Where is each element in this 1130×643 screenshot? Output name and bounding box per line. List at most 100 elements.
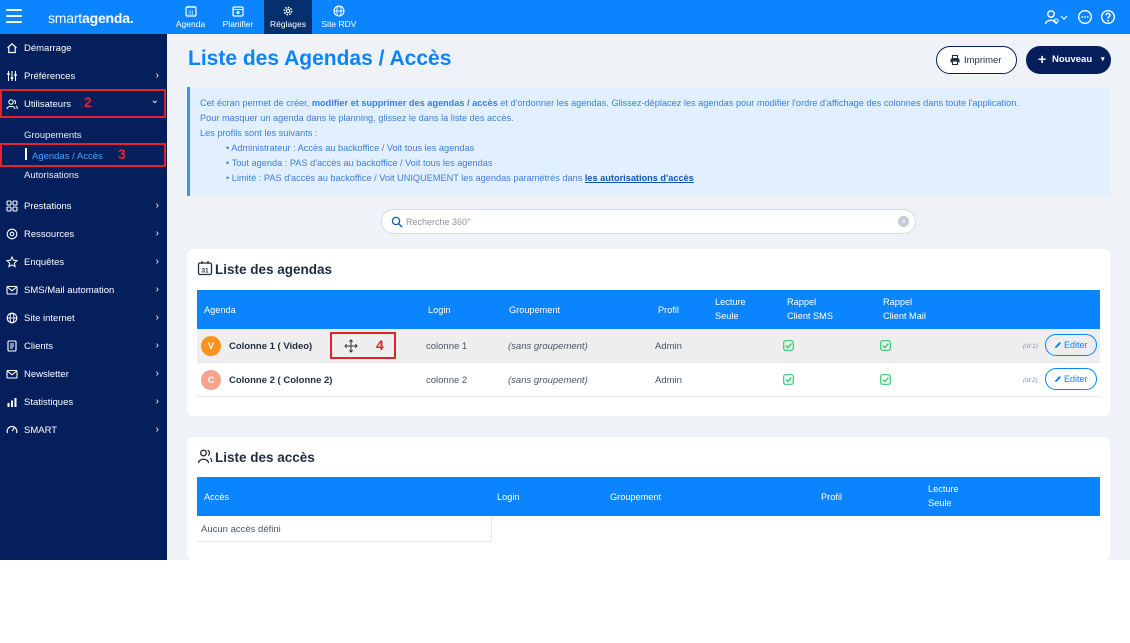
autorisations-link[interactable]: les autorisations d'accès — [585, 173, 694, 183]
col-label: Client SMS — [787, 311, 833, 321]
sidebar-item-clients[interactable]: Clients › — [0, 335, 167, 357]
menu-icon[interactable] — [6, 9, 22, 23]
sidebar-item-sms-mail-automation[interactable]: SMS/Mail automation › — [0, 279, 167, 301]
stats-icon — [7, 398, 17, 407]
info-line-1: Cet écran permet de créer, modifier et s… — [200, 96, 1100, 111]
sidebar-item-label: Statistiques — [24, 397, 74, 408]
sidebar-item-statistiques[interactable]: Statistiques › — [0, 391, 167, 413]
annotation-box-drag-handle — [330, 332, 396, 359]
printer-icon — [950, 55, 960, 65]
col-agenda[interactable]: Agenda — [204, 303, 236, 317]
search-icon — [391, 216, 403, 228]
tab-site-rdv-label: Site RDV — [321, 19, 357, 29]
edit-button-label: Editer — [1064, 374, 1088, 384]
agenda-groupement: (sans groupement) — [508, 341, 588, 352]
col-login[interactable]: Login — [497, 490, 519, 504]
edit-button-label: Editer — [1064, 340, 1088, 350]
pencil-icon — [1055, 342, 1061, 348]
chat-icon[interactable] — [1077, 9, 1093, 25]
edit-button[interactable]: Editer — [1045, 368, 1097, 390]
new-button[interactable]: + Nouveau ▾ — [1026, 46, 1111, 74]
edit-button[interactable]: Editer — [1045, 334, 1097, 356]
sidebar-item-prestations[interactable]: Prestations › — [0, 195, 167, 217]
col-rappel-sms[interactable]: Rappel Client SMS — [787, 295, 833, 323]
help-icon[interactable] — [1100, 9, 1116, 25]
sidebar-item-label: Démarrage — [24, 43, 72, 54]
info-line-2: Pour masquer un agenda dans le planning,… — [200, 113, 514, 123]
acces-table-header: Accès Login Groupement Profil Lecture Seu… — [197, 477, 1100, 516]
info-text: • Limité : PAS d'accès au backoffice / V… — [226, 173, 585, 183]
col-acces[interactable]: Accès — [204, 490, 229, 504]
sidebar-item-demarrage[interactable]: Démarrage — [0, 37, 167, 59]
col-login[interactable]: Login — [428, 303, 450, 317]
annotation-box-agendas-acces — [0, 143, 166, 167]
annotation-number-3: 3 — [118, 146, 126, 162]
col-label: Client Mail — [883, 311, 926, 321]
search-input[interactable]: Recherche 360° × — [381, 209, 916, 234]
sidebar-item-enquetes[interactable]: Enquêtes › — [0, 251, 167, 273]
tab-reglages[interactable]: Réglages — [264, 0, 312, 34]
user-settings-icon[interactable] — [1044, 9, 1070, 25]
brand-bold: agenda. — [82, 10, 134, 26]
col-profil[interactable]: Profil — [821, 490, 842, 504]
empty-message: Aucun accès défini — [201, 524, 281, 535]
col-label: Rappel — [883, 297, 913, 307]
sidebar-item-site-internet[interactable]: Site internet › — [0, 307, 167, 329]
check-icon — [880, 340, 891, 351]
table-row[interactable]: C Colonne 2 ( Colonne 2) colonne 2 (sans… — [197, 363, 1100, 397]
chevron-right-icon: › — [155, 424, 159, 435]
col-profil[interactable]: Profil — [658, 303, 679, 317]
info-text: et d'ordonner les agendas. Glissez-dépla… — [497, 98, 1019, 108]
chevron-right-icon: › — [155, 340, 159, 351]
agenda-profil: Admin — [655, 341, 682, 352]
col-lecture-seule[interactable]: Lecture Seule — [928, 482, 959, 510]
tab-reglages-label: Réglages — [270, 19, 306, 29]
gear-icon — [283, 6, 293, 16]
chevron-right-icon: › — [155, 228, 159, 239]
sidebar-subitem-groupements[interactable]: Groupements — [24, 130, 82, 141]
tab-planifier[interactable]: Planifier — [218, 0, 258, 34]
info-text: Cet écran permet de créer, — [200, 98, 312, 108]
sidebar-subitem-autorisations[interactable]: Autorisations — [24, 170, 79, 181]
sidebar-item-label: Clients — [24, 341, 54, 352]
top-bar: smartagenda. 31 Agenda Planifier Réglage… — [0, 0, 1130, 34]
tab-agenda[interactable]: 31 Agenda — [170, 0, 211, 34]
clear-icon[interactable]: × — [898, 216, 909, 227]
tab-site-rdv[interactable]: Site RDV — [316, 0, 362, 34]
sidebar-item-smart[interactable]: SMART › — [0, 419, 167, 441]
sidebar-item-newsletter[interactable]: Newsletter › — [0, 363, 167, 385]
svg-text:31: 31 — [188, 11, 194, 17]
tab-planifier-label: Planifier — [222, 19, 254, 29]
agenda-login: colonne 2 — [426, 375, 468, 386]
chevron-right-icon: › — [155, 256, 159, 267]
pencil-icon — [1055, 376, 1061, 382]
info-profile-tout-agenda: • Tout agenda : PAS d'accès au backoffic… — [226, 158, 493, 168]
col-lecture-seule[interactable]: Lecture Seule — [715, 295, 746, 323]
sidebar-item-label: Ressources — [24, 229, 75, 240]
check-icon — [783, 340, 794, 351]
resources-icon — [6, 228, 18, 240]
page-title: Liste des Agendas / Accès — [188, 47, 452, 70]
globe-icon — [333, 5, 345, 17]
info-profile-admin: • Administrateur : Accès au backoffice /… — [226, 143, 475, 153]
sidebar-item-label: Newsletter — [24, 369, 69, 380]
contacts-icon — [7, 340, 17, 352]
col-rappel-mail[interactable]: Rappel Client Mail — [883, 295, 926, 323]
plus-icon: + — [1038, 51, 1047, 67]
new-button-label: Nouveau — [1052, 54, 1093, 65]
col-groupement[interactable]: Groupement — [610, 490, 661, 504]
agenda-groupement: (sans groupement) — [508, 375, 588, 386]
mail-icon — [6, 285, 18, 295]
sidebar-item-ressources[interactable]: Ressources › — [0, 223, 167, 245]
info-text-bold: modifier et supprimer des agendas / accè… — [311, 98, 498, 108]
chevron-right-icon: › — [155, 368, 159, 379]
svg-text:31: 31 — [201, 268, 209, 275]
print-button[interactable]: Imprimer — [936, 46, 1017, 74]
brand-logo[interactable]: smartagenda. — [48, 10, 134, 26]
users-icon — [197, 449, 213, 464]
sidebar-item-preferences[interactable]: Préférences › — [0, 65, 167, 87]
gauge-icon — [6, 426, 18, 434]
col-groupement[interactable]: Groupement — [509, 303, 560, 317]
check-icon — [880, 374, 891, 385]
tab-agenda-label: Agenda — [175, 19, 206, 29]
